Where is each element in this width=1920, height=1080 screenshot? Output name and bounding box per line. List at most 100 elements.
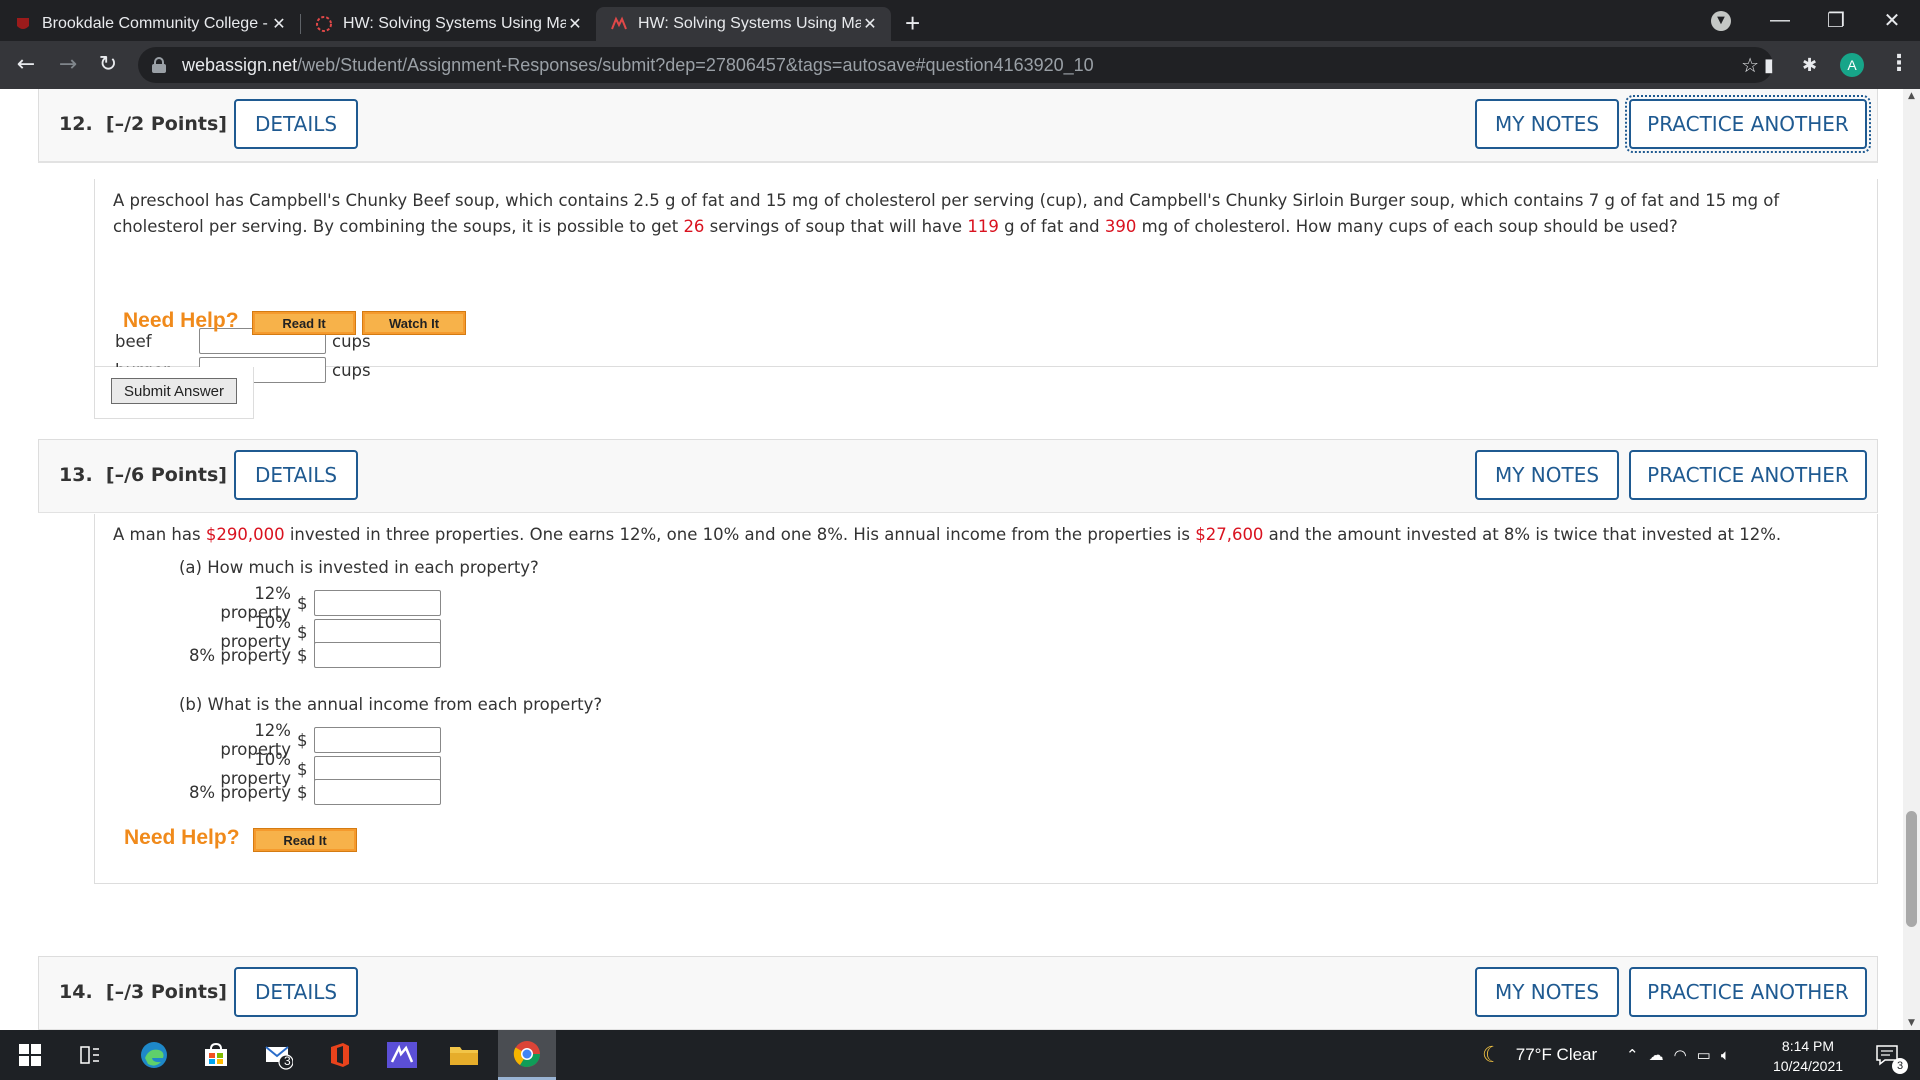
servings-value: 26 [683, 217, 705, 236]
tab-title: HW: Solving Systems Using Matr [638, 15, 861, 32]
minimize-icon[interactable]: — [1752, 9, 1808, 32]
onedrive-cloud-icon[interactable]: ☁ [1649, 1046, 1664, 1064]
scroll-down-icon[interactable]: ▼ [1903, 1018, 1920, 1028]
details-button[interactable]: DETAILS [234, 450, 358, 500]
question-12-body: A preschool has Campbell's Chunky Beef s… [94, 179, 1878, 383]
tab-close-icon[interactable]: ✕ [861, 14, 879, 34]
fat-value: 119 [967, 217, 999, 236]
read-it-button[interactable]: Read It [253, 828, 357, 852]
read-it-button[interactable]: Read It [252, 311, 356, 335]
forward-arrow-icon[interactable]: → [54, 51, 82, 79]
watch-it-button[interactable]: Watch It [362, 311, 466, 335]
close-window-icon[interactable]: ✕ [1864, 8, 1920, 33]
lock-icon[interactable] [152, 57, 166, 73]
taskbar-clock[interactable]: 8:14 PM 10/24/2021 [1764, 1036, 1852, 1076]
details-button[interactable]: DETAILS [234, 967, 358, 1017]
chevron-up-icon[interactable]: ⌃ [1626, 1046, 1639, 1064]
tab-close-icon[interactable]: ✕ [566, 14, 584, 34]
part-a-row-8: 8% property $ [179, 642, 441, 668]
need-help-label: Need Help? [124, 826, 240, 849]
new-tab-button[interactable]: + [905, 7, 920, 41]
address-bar[interactable]: webassign.net/web/Student/Assignment-Res… [138, 47, 1773, 83]
my-notes-button[interactable]: MY NOTES [1475, 99, 1619, 149]
clock-date: 10/24/2021 [1772, 1058, 1844, 1074]
question-13-header: 13. [–/6 Points] DETAILS MY NOTES PRACTI… [38, 439, 1878, 513]
bookmark-star-icon[interactable]: ☆ [1741, 53, 1759, 78]
submit-area: Submit Answer [94, 367, 254, 419]
answer-label: beef [115, 331, 152, 351]
scrollbar-thumb[interactable] [1906, 811, 1917, 927]
wifi-icon[interactable]: ◠ [1674, 1046, 1687, 1064]
tab-brookdale[interactable]: Brookdale Community College - ✕ [0, 7, 300, 41]
back-arrow-icon[interactable]: ← [12, 51, 40, 79]
volume-icon[interactable]: 🔈︎ [1721, 1047, 1730, 1064]
webassign-favicon-icon [610, 15, 628, 33]
practice-another-button[interactable]: PRACTICE ANOTHER [1625, 95, 1871, 153]
annual-income-value: $27,600 [1195, 525, 1264, 544]
question-14-number: 14. [–/3 Points] [59, 981, 227, 1003]
windows-start-icon[interactable] [2, 1030, 58, 1080]
tab-hw-1[interactable]: HW: Solving Systems Using Matr ✕ [301, 7, 596, 41]
part-b-prompt: (b) What is the annual income from each … [179, 695, 603, 714]
weather-text: 77°F Clear [1515, 1045, 1598, 1064]
question-12-number: 12. [–/2 Points] [59, 113, 227, 135]
notification-badge: 3 [1892, 1058, 1908, 1074]
question-13-body: A man has $290,000 invested in three pro… [94, 514, 1878, 884]
question-12-header: 12. [–/2 Points] DETAILS MY NOTES PRACTI… [38, 89, 1878, 162]
battery-icon[interactable]: ▭ [1697, 1046, 1711, 1064]
question-13-text: A man has $290,000 invested in three pro… [113, 525, 1782, 544]
tab-title: Brookdale Community College - [42, 15, 268, 32]
moon-icon: ☾ [1482, 1042, 1502, 1067]
office-icon[interactable] [312, 1030, 368, 1080]
part-a-8-input[interactable] [313, 642, 441, 668]
cholesterol-value: 390 [1104, 217, 1137, 236]
clock-time: 8:14 PM [1781, 1038, 1835, 1054]
submit-answer-button[interactable]: Submit Answer [111, 378, 237, 404]
url-domain: webassign.net [182, 54, 298, 75]
my-notes-button[interactable]: MY NOTES [1475, 967, 1619, 1017]
question-14-header: 14. [–/3 Points] DETAILS MY NOTES PRACTI… [38, 956, 1878, 1030]
tab-title: HW: Solving Systems Using Matr [343, 15, 566, 32]
edge-browser-icon[interactable] [126, 1030, 182, 1080]
my-notes-button[interactable]: MY NOTES [1475, 450, 1619, 500]
part-b-row-8: 8% property $ [179, 779, 441, 805]
scroll-up-icon[interactable]: ▲ [1903, 91, 1920, 101]
mail-badge: 3 [284, 1054, 291, 1068]
practice-another-button[interactable]: PRACTICE ANOTHER [1629, 450, 1867, 500]
store-icon[interactable] [188, 1030, 244, 1080]
tab-hw-2-active[interactable]: HW: Solving Systems Using Matr ✕ [596, 7, 891, 41]
chrome-taskbar-icon[interactable] [498, 1030, 556, 1080]
profile-avatar[interactable]: A [1840, 53, 1864, 77]
file-explorer-icon[interactable] [436, 1030, 492, 1080]
tab-close-icon[interactable]: ✕ [270, 14, 288, 34]
task-view-icon[interactable] [62, 1030, 118, 1080]
window-controls: — ❐ ✕ [1752, 0, 1920, 41]
total-invested-value: $290,000 [205, 525, 285, 544]
notification-center-icon[interactable]: 3 [1862, 1030, 1912, 1080]
practice-another-button[interactable]: PRACTICE ANOTHER [1629, 967, 1867, 1017]
menu-kebab-icon[interactable]: ⋮ [1888, 51, 1910, 76]
details-button[interactable]: DETAILS [234, 99, 358, 149]
question-13-number: 13. [–/6 Points] [59, 464, 227, 486]
tab-search-icon[interactable]: ▼ [1711, 11, 1731, 31]
brookdale-favicon-icon [14, 15, 32, 33]
part-a-prompt: (a) How much is invested in each propert… [179, 558, 539, 577]
unit-label: cups [332, 360, 371, 380]
webassign-favicon-icon [315, 15, 333, 33]
mail-icon[interactable]: 3 [250, 1030, 306, 1080]
webassign-app-icon[interactable] [374, 1030, 430, 1080]
question-12-text: A preschool has Campbell's Chunky Beef s… [113, 191, 1780, 236]
page-scrollbar[interactable]: ▲ ▼ [1903, 89, 1920, 1030]
weather-widget[interactable]: ☾ 77°F Clear [1482, 1030, 1597, 1080]
extension-icon[interactable]: ▮ [1764, 55, 1774, 76]
restore-icon[interactable]: ❐ [1808, 8, 1864, 33]
need-help-label: Need Help? [123, 309, 239, 332]
page-viewport: 12. [–/2 Points] DETAILS MY NOTES PRACTI… [0, 89, 1903, 1030]
part-b-8-input[interactable] [313, 779, 441, 805]
url-path: /web/Student/Assignment-Responses/submit… [297, 54, 1094, 75]
reload-icon[interactable]: ↻ [94, 51, 122, 79]
windows-taskbar: 3 ☾ 77°F Clear ⌃ ☁ ◠ ▭ 🔈︎ 8:14 PM 10/24/… [0, 1030, 1920, 1080]
puzzle-icon[interactable]: ✱ [1802, 55, 1817, 76]
system-tray: ⌃ ☁ ◠ ▭ 🔈︎ [1626, 1030, 1730, 1080]
browser-toolbar: ← → ↻ webassign.net/web/Student/Assignme… [0, 41, 1920, 89]
